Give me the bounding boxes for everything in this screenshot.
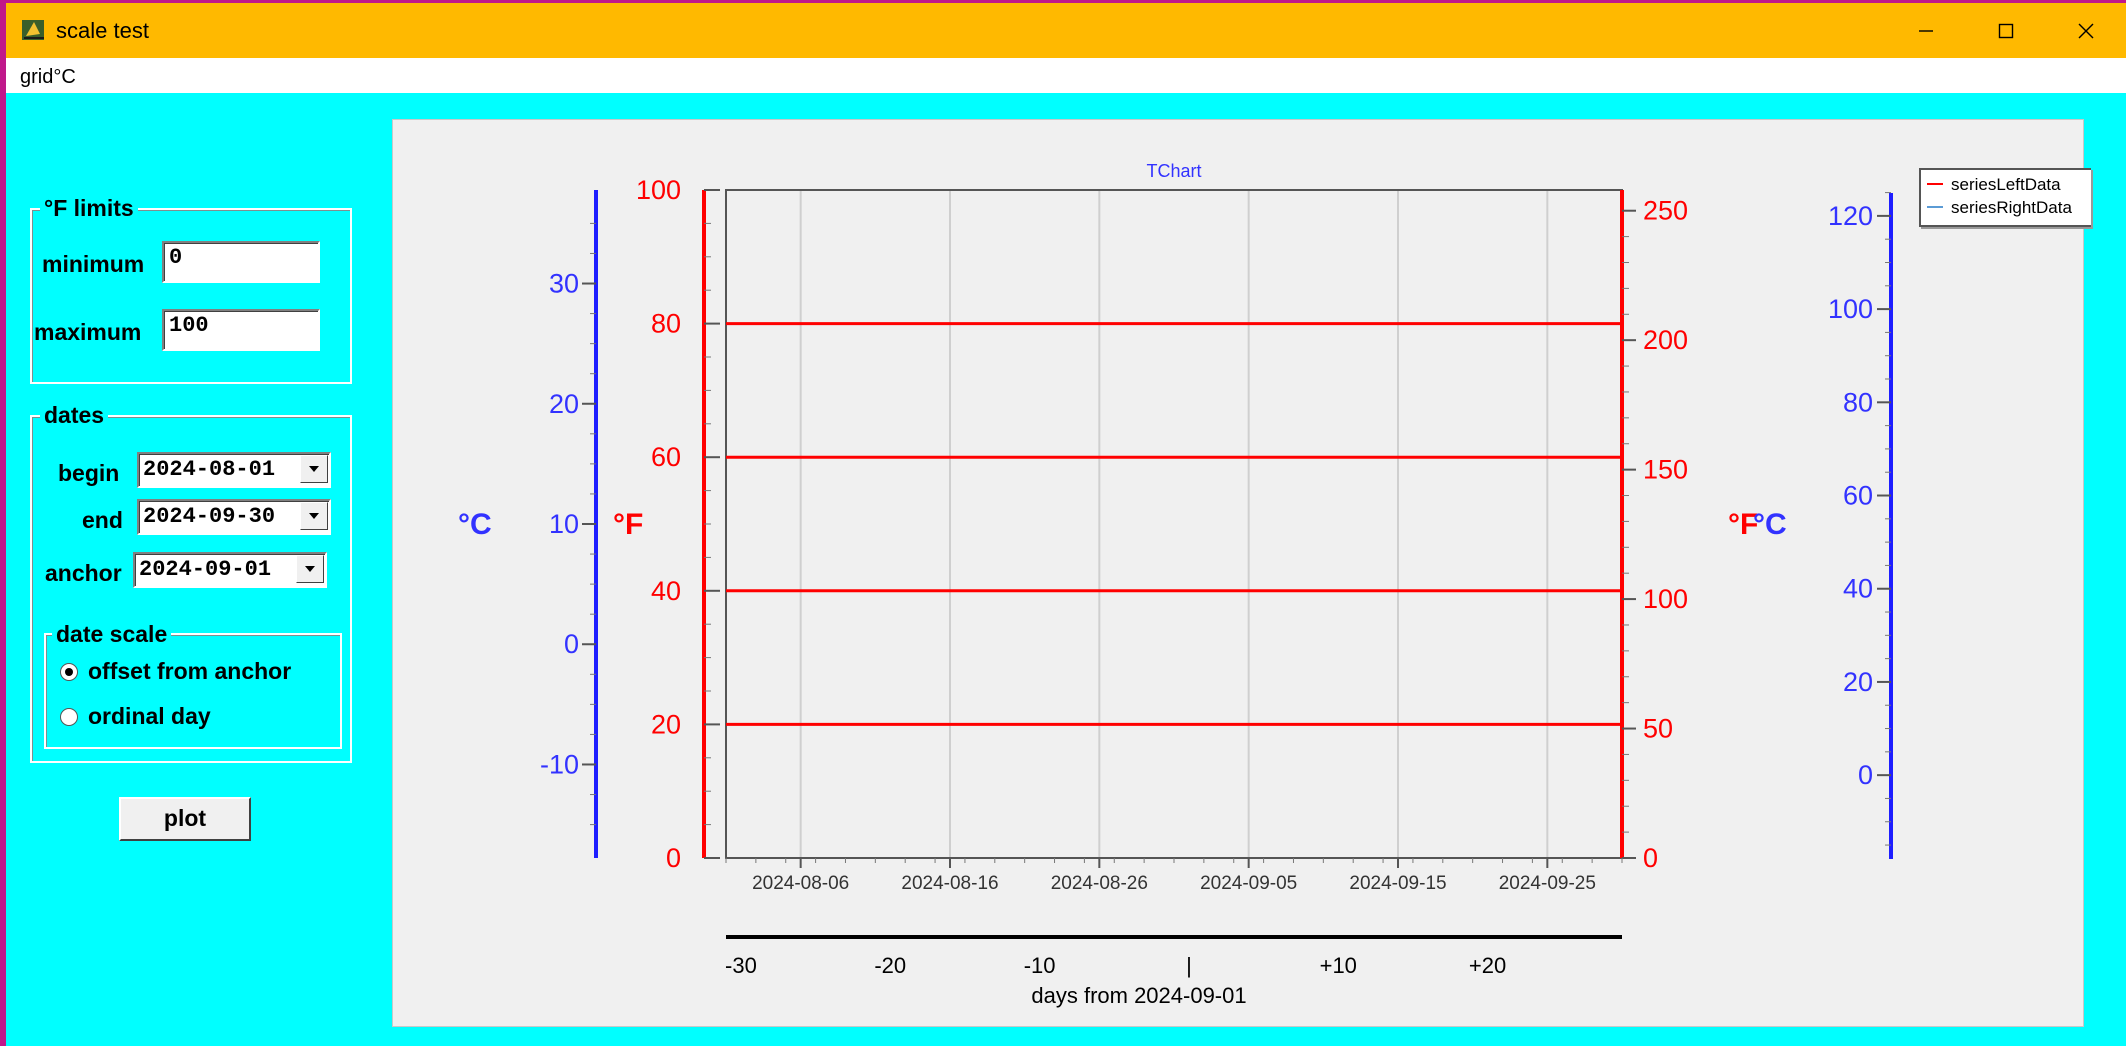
app-window: scale test grid°C °F limits minimum 0 ma… (6, 3, 2126, 1046)
radio-selected-dot (65, 668, 73, 676)
anchor-dropdown-button[interactable] (296, 555, 324, 583)
begin-date-value: 2024-08-01 (143, 457, 276, 482)
tick-label-left-f: 40 (651, 576, 681, 606)
tick-label-date: 2024-08-06 (752, 873, 849, 894)
begin-label: begin (58, 460, 120, 486)
legend-swatch-left (1927, 183, 1943, 186)
tick-label-right-c: 60 (1843, 481, 1873, 511)
end-label: end (82, 507, 123, 533)
end-date-select[interactable]: 2024-09-30 (137, 499, 331, 535)
tick-label-right-f: 0 (1643, 843, 1658, 873)
tick-label-offset: -20 (874, 953, 906, 978)
tick-label-date: 2024-09-25 (1499, 873, 1596, 894)
maximum-label: maximum (34, 319, 142, 345)
title-bar[interactable]: scale test (6, 3, 2126, 58)
chevron-down-icon (309, 513, 319, 519)
tick-label-right-c: 80 (1843, 387, 1873, 417)
maximize-icon (1998, 23, 2014, 38)
tick-label-right-c: 20 (1843, 667, 1873, 697)
tick-label-left-f: 80 (651, 309, 681, 339)
offset-axis-title: days from 2024-09-01 (1031, 983, 1246, 1008)
tick-label-right-f: 150 (1643, 455, 1688, 485)
tick-label-left-f: 60 (651, 442, 681, 472)
limits-group (30, 208, 352, 384)
maximize-button[interactable] (1966, 3, 2046, 58)
tick-label-offset: +20 (1469, 953, 1506, 978)
app-icon (22, 20, 44, 40)
minimum-label: minimum (42, 251, 145, 277)
minimum-field[interactable]: 0 (162, 241, 320, 283)
legend-entry-left: seriesLeftData (1927, 175, 2061, 195)
date-scale-group (44, 633, 342, 749)
tick-label-left-f: 100 (636, 175, 681, 205)
anchor-date-select[interactable]: 2024-09-01 (133, 552, 327, 588)
tick-label-offset: -10 (1024, 953, 1056, 978)
begin-date-select[interactable]: 2024-08-01 (137, 452, 331, 488)
radio-offset-from-anchor[interactable] (60, 663, 78, 681)
tick-label-date: 2024-09-15 (1349, 873, 1446, 894)
tick-label-offset: -30 (725, 953, 757, 978)
anchor-label: anchor (45, 560, 122, 586)
tick-label-date: 2024-08-16 (901, 873, 998, 894)
tick-label-right-c: 100 (1828, 294, 1873, 324)
chart-legend: seriesLeftData seriesRightData (1919, 168, 2091, 227)
tick-label-right-f: 100 (1643, 584, 1688, 614)
limits-group-title: °F limits (40, 195, 138, 222)
tick-label-right-c: 0 (1858, 760, 1873, 790)
tick-label-left-c: 20 (549, 389, 579, 419)
minimize-icon (1919, 29, 1933, 32)
maximum-field[interactable]: 100 (162, 309, 320, 351)
axis-label-left-c: °C (458, 508, 492, 541)
dates-group-title: dates (40, 402, 109, 429)
close-icon (2078, 23, 2094, 38)
tick-label-right-c: 120 (1828, 201, 1873, 231)
chart-panel: TChart 100 80 60 40 20 0 °F 30 20 10 0 -10 °C 250 200 15… (392, 119, 2091, 1027)
tick-label-left-c: 30 (549, 269, 579, 299)
legend-entry-right: seriesRightData (1927, 198, 2072, 218)
plot-frame (725, 189, 1623, 859)
axis-label-left-f: °F (613, 508, 643, 541)
close-button[interactable] (2046, 3, 2126, 58)
tick-label-date: 2024-08-26 (1051, 873, 1148, 894)
tick-label-offset: | (1186, 953, 1192, 978)
plot-button[interactable]: plot (119, 797, 251, 841)
end-dropdown-button[interactable] (300, 502, 328, 530)
tick-label-right-f: 250 (1643, 196, 1688, 226)
tick-label-left-f: 0 (666, 843, 681, 873)
tick-label-left-c: 0 (564, 629, 579, 659)
legend-label-left: seriesLeftData (1951, 175, 2061, 194)
legend-label-right: seriesRightData (1951, 198, 2072, 217)
window-title: scale test (56, 18, 149, 43)
tick-label-right-f: 200 (1643, 325, 1688, 355)
anchor-date-value: 2024-09-01 (139, 557, 272, 582)
minimize-button[interactable] (1886, 3, 1966, 58)
tick-label-right-f: 50 (1643, 714, 1673, 744)
tick-label-left-c: 10 (549, 509, 579, 539)
end-date-value: 2024-09-30 (143, 504, 276, 529)
tick-label-left-c: -10 (540, 749, 579, 779)
tick-label-offset: +10 (1320, 953, 1357, 978)
axis-label-right-c: °C (1753, 508, 1787, 541)
radio-ordinal-label[interactable]: ordinal day (88, 703, 211, 730)
legend-swatch-right (1927, 206, 1943, 209)
chevron-down-icon (309, 466, 319, 472)
chart-title: TChart (1146, 161, 1201, 181)
tick-label-date: 2024-09-05 (1200, 873, 1297, 894)
tick-label-right-c: 40 (1843, 574, 1873, 604)
menu-bar: grid°C (6, 58, 2126, 93)
date-scale-group-title: date scale (52, 621, 172, 648)
begin-dropdown-button[interactable] (300, 455, 328, 483)
tchart: TChart100806040200°F3020100-10°C25020015… (458, 161, 1893, 1008)
tick-label-left-f: 20 (651, 709, 681, 739)
menu-item-grid-celsius[interactable]: grid°C (20, 66, 76, 89)
radio-ordinal-day[interactable] (60, 708, 78, 726)
radio-offset-label[interactable]: offset from anchor (88, 658, 291, 685)
chevron-down-icon (305, 566, 315, 572)
